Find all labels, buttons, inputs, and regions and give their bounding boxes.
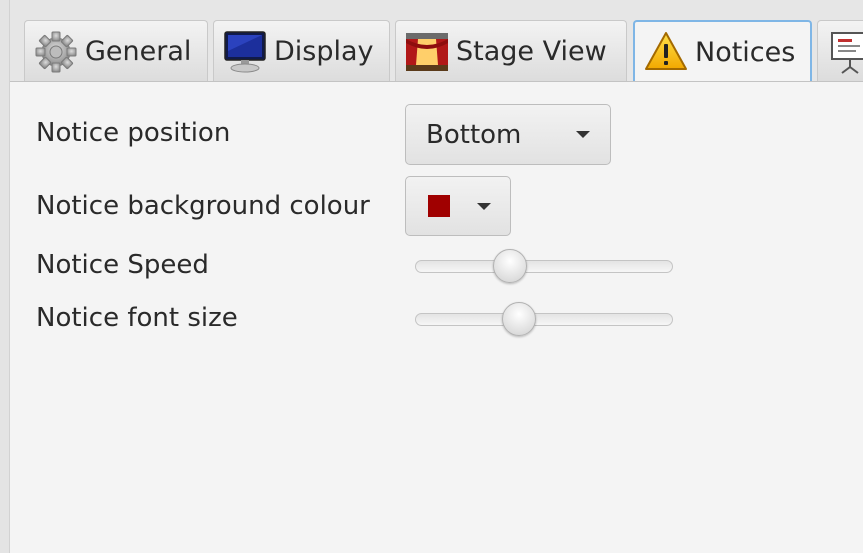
tab-bar: General Display Stage View Notices <box>10 0 863 82</box>
notice-position-value: Bottom <box>426 119 522 150</box>
tab-general[interactable]: General <box>24 20 208 81</box>
tab-notices-label: Notices <box>695 36 796 68</box>
tab-general-label: General <box>85 36 192 67</box>
tab-notices[interactable]: Notices <box>633 20 812 81</box>
tab-display-label: Display <box>274 36 374 67</box>
chevron-down-icon <box>576 131 590 138</box>
notice-background-label: Notice background colour <box>36 191 370 221</box>
tab-stage-view-label: Stage View <box>456 36 607 67</box>
slider-track <box>415 260 673 273</box>
notice-speed-slider[interactable] <box>415 247 673 287</box>
settings-window: General Display Stage View Notices Notic… <box>0 0 863 553</box>
tab-display[interactable]: Display <box>213 20 390 81</box>
stage-icon <box>406 32 448 71</box>
tab-presentation[interactable] <box>817 20 863 81</box>
window-edge <box>0 0 10 553</box>
gear-icon <box>35 31 77 72</box>
presentation-icon <box>831 31 863 74</box>
notice-background-color-picker[interactable] <box>405 176 511 236</box>
notice-position-dropdown[interactable]: Bottom <box>405 104 611 165</box>
notice-font-size-label: Notice font size <box>36 303 238 333</box>
color-swatch <box>428 195 450 217</box>
tab-stage-view[interactable]: Stage View <box>395 20 627 81</box>
notices-panel: Notice position Bottom Notice background… <box>10 82 863 553</box>
notice-font-size-slider[interactable] <box>415 300 673 340</box>
chevron-down-icon <box>477 202 491 210</box>
slider-track <box>415 313 673 326</box>
warning-icon <box>645 32 687 70</box>
monitor-icon <box>224 30 266 72</box>
slider-thumb[interactable] <box>502 302 537 336</box>
notice-position-label: Notice position <box>36 118 231 148</box>
notice-speed-label: Notice Speed <box>36 250 209 280</box>
slider-thumb[interactable] <box>493 249 528 283</box>
